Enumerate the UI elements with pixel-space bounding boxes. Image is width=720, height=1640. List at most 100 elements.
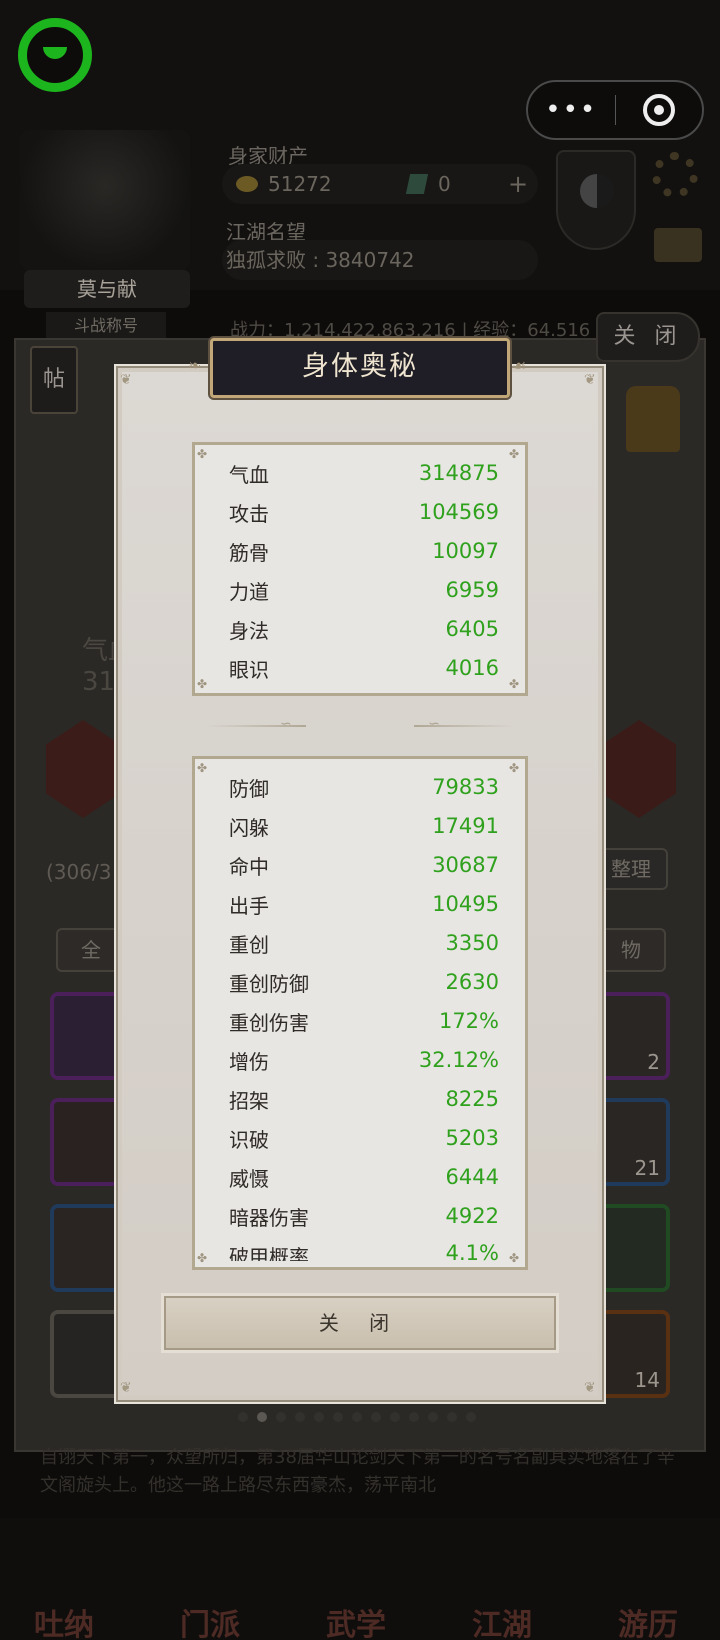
stat-row: 力道 6959 bbox=[229, 572, 499, 608]
nav-travel[interactable]: 游历 bbox=[598, 1520, 698, 1640]
stat-value: 2630 bbox=[445, 970, 499, 994]
filter-items-tab[interactable]: 物 bbox=[596, 928, 666, 972]
avatar[interactable] bbox=[20, 130, 190, 270]
corner-ornament-icon: ❦ bbox=[120, 1380, 132, 1396]
stat-label: 力道 bbox=[229, 579, 269, 604]
stat-value: 8225 bbox=[445, 1087, 499, 1111]
stat-value: 3350 bbox=[445, 931, 499, 955]
app-logo-icon bbox=[18, 18, 92, 92]
lantern-icon[interactable] bbox=[626, 386, 680, 452]
stat-value: 6959 bbox=[445, 578, 499, 602]
stat-label: 攻击 bbox=[229, 501, 269, 526]
stat-value: 4.1% bbox=[445, 1241, 499, 1261]
corner-ornament-icon: ✤ bbox=[509, 677, 520, 691]
corner-ornament-icon: ✤ bbox=[509, 761, 520, 775]
stat-row: 气血 314875 bbox=[229, 455, 499, 491]
stat-label: 防御 bbox=[229, 776, 269, 801]
stat-row: 筋骨 10097 bbox=[229, 533, 499, 569]
page-indicator bbox=[238, 1412, 476, 1422]
close-button[interactable]: 关 闭 bbox=[164, 1296, 556, 1350]
mail-icon[interactable] bbox=[654, 228, 702, 262]
stat-row: 身法 6405 bbox=[229, 611, 499, 647]
taiji-emblem-icon[interactable] bbox=[556, 150, 636, 250]
inventory-slot[interactable]: 21 bbox=[596, 1098, 670, 1186]
corner-ornament-icon: ✤ bbox=[197, 1251, 208, 1265]
corner-ornament-icon: ❦ bbox=[584, 1380, 596, 1396]
inventory-slot[interactable] bbox=[50, 1204, 124, 1292]
stat-label: 重创防御 bbox=[229, 971, 309, 996]
corner-ornament-icon: ✤ bbox=[197, 447, 208, 461]
stat-label: 闪躲 bbox=[229, 815, 269, 840]
gold-amount: 51272 bbox=[268, 172, 332, 196]
modal-title: 身体奥秘 bbox=[302, 351, 418, 382]
divider-ornament-icon: ∽ bbox=[428, 716, 440, 732]
item-count: 2 bbox=[647, 1050, 660, 1074]
stat-label: 重创 bbox=[229, 932, 269, 957]
stat-row: 眼识 4016 bbox=[229, 650, 499, 686]
stat-row: 攻击 104569 bbox=[229, 494, 499, 530]
inventory-slot[interactable] bbox=[50, 1310, 124, 1398]
jade-amount: 0 bbox=[438, 172, 451, 196]
inventory-count: (306/3 bbox=[46, 860, 112, 884]
stat-label: 破甲概率 bbox=[229, 1245, 309, 1261]
stat-row: 重创 3350 bbox=[229, 925, 499, 961]
stat-value: 104569 bbox=[418, 500, 499, 524]
panel-close-button[interactable]: 关 闭 bbox=[596, 312, 700, 362]
stat-label: 增伤 bbox=[229, 1049, 269, 1074]
nav-sect[interactable]: 门派 bbox=[160, 1520, 260, 1640]
divider-ornament-icon: ∽ bbox=[280, 716, 292, 732]
stat-label: 气血 bbox=[229, 462, 269, 487]
close-miniprogram-icon[interactable] bbox=[616, 94, 703, 126]
stat-label: 识破 bbox=[229, 1127, 269, 1152]
inventory-slot[interactable]: 2 bbox=[596, 992, 670, 1080]
stat-label: 眼识 bbox=[229, 657, 269, 682]
inventory-slot[interactable] bbox=[50, 1098, 124, 1186]
stat-row: 识破 5203 bbox=[229, 1120, 499, 1156]
stat-value: 4922 bbox=[445, 1204, 499, 1228]
invitation-badge[interactable]: 帖 bbox=[30, 346, 78, 414]
stat-value: 172% bbox=[438, 1009, 499, 1033]
player-title: 斗战称号 bbox=[46, 312, 166, 340]
corner-ornament-icon: ❦ bbox=[120, 372, 132, 388]
stat-value: 6444 bbox=[445, 1165, 499, 1189]
stat-row: 出手 10495 bbox=[229, 886, 499, 922]
more-menu-icon[interactable]: ••• bbox=[528, 95, 615, 125]
primary-stats-box: ✤ ✤ ✤ ✤ 气血 314875 攻击 104569 筋骨 10097 力道 … bbox=[192, 442, 528, 696]
stat-label: 出手 bbox=[229, 893, 269, 918]
wealth-bar: 51272 0 + bbox=[222, 164, 538, 204]
stat-row: 闪躲 17491 bbox=[229, 808, 499, 844]
stat-value: 10495 bbox=[432, 892, 499, 916]
stat-label: 重创伤害 bbox=[229, 1010, 309, 1035]
inventory-slot[interactable] bbox=[596, 1204, 670, 1292]
corner-ornament-icon: ✤ bbox=[509, 447, 520, 461]
stat-value: 10097 bbox=[432, 539, 499, 563]
secondary-stats-list[interactable]: ✤ ✤ ✤ ✤ 防御 79833 闪躲 17491 命中 30687 出手 10… bbox=[192, 756, 528, 1270]
stat-label: 暗器伤害 bbox=[229, 1205, 309, 1230]
nav-jianghu[interactable]: 江湖 bbox=[452, 1520, 552, 1640]
nav-martial[interactable]: 武学 bbox=[306, 1520, 406, 1640]
stat-label: 筋骨 bbox=[229, 540, 269, 565]
stat-value: 32.12% bbox=[418, 1048, 499, 1072]
inventory-slot[interactable]: 14 bbox=[596, 1310, 670, 1398]
stat-row: 防御 79833 bbox=[229, 769, 499, 805]
stat-row: 增伤 32.12% bbox=[229, 1042, 499, 1078]
stat-row: 重创伤害 172% bbox=[229, 1003, 499, 1039]
gold-ingot-icon bbox=[236, 176, 258, 192]
stat-value: 30687 bbox=[432, 853, 499, 877]
miniprogram-capsule: ••• bbox=[526, 80, 704, 140]
player-name: 莫与献 bbox=[24, 270, 190, 308]
inventory-slot[interactable] bbox=[50, 992, 124, 1080]
stat-row: 威慑 6444 bbox=[229, 1159, 499, 1195]
fame-value: 独孤求败 : 3840742 bbox=[222, 240, 538, 280]
settings-gear-icon[interactable] bbox=[652, 152, 698, 198]
stat-row: 重创防御 2630 bbox=[229, 964, 499, 1000]
stat-value: 17491 bbox=[432, 814, 499, 838]
stat-row: 命中 30687 bbox=[229, 847, 499, 883]
corner-ornament-icon: ❦ bbox=[584, 372, 596, 388]
stat-row: 招架 8225 bbox=[229, 1081, 499, 1117]
stat-row: 暗器伤害 4922 bbox=[229, 1198, 499, 1234]
recharge-plus-icon[interactable]: + bbox=[508, 170, 528, 198]
stat-value: 79833 bbox=[432, 775, 499, 799]
nav-tuna[interactable]: 吐纳 bbox=[14, 1520, 114, 1640]
corner-ornament-icon: ✤ bbox=[197, 761, 208, 775]
